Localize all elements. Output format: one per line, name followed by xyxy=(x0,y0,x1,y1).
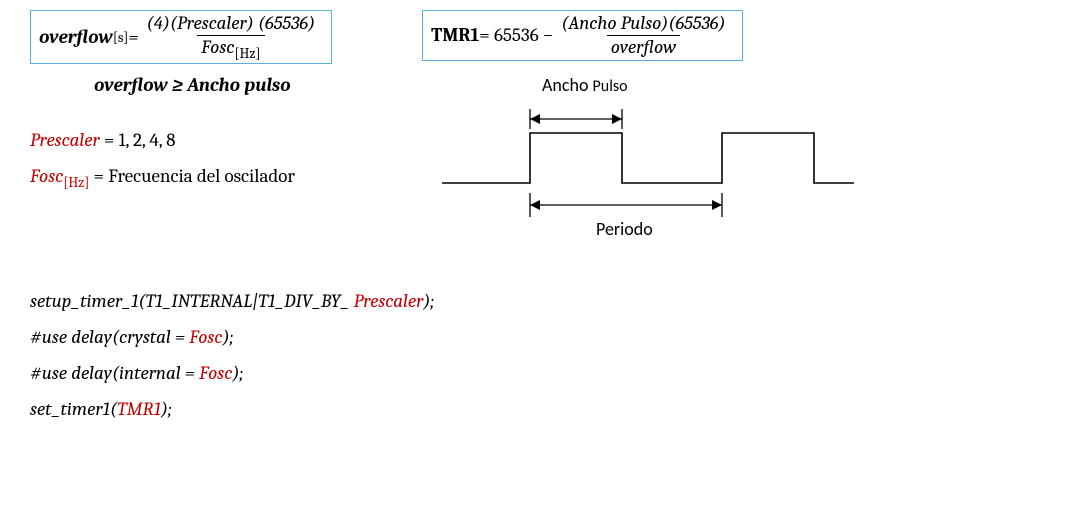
overflow-denominator: Fosc[Hz] xyxy=(197,35,264,61)
overflow-lhs: overflow xyxy=(39,26,113,48)
prescaler-definition: Prescaler = 1, 2, 4, 8 xyxy=(30,122,332,158)
code-line-set-timer1: set_timer1(TMR1); xyxy=(30,391,1046,427)
ancho-label: Ancho Pulso xyxy=(542,74,628,96)
prescaler-values: = 1, 2, 4, 8 xyxy=(100,129,176,151)
tmr1-numerator: (Ancho Pulso)(65536) xyxy=(557,13,729,35)
prescaler-name: Prescaler xyxy=(30,129,100,151)
code-line-delay-internal: #use delay(internal = Fosc); xyxy=(30,355,1046,391)
code3-pre: #use delay(internal = xyxy=(30,362,199,384)
definitions: Prescaler = 1, 2, 4, 8 Fosc[Hz] = Frecue… xyxy=(30,122,332,196)
overflow-denom-sub: [Hz] xyxy=(235,45,261,62)
tmr1-equals: = 65536 − xyxy=(479,24,553,46)
waveform-path xyxy=(442,133,854,183)
right-column: TMR1 = 65536 − (Ancho Pulso)(65536) over… xyxy=(422,10,862,253)
tmr1-formula: TMR1 = 65536 − (Ancho Pulso)(65536) over… xyxy=(431,13,733,58)
overflow-constraint: overflow ≥ Ancho pulso xyxy=(94,74,332,96)
fosc-sub: [Hz] xyxy=(63,174,89,191)
fosc-name-text: Fosc xyxy=(30,165,63,187)
overflow-fraction: (4)(Prescaler) (65536) Fosc[Hz] xyxy=(143,13,320,61)
pulse-diagram: Ancho Pulso Periodo xyxy=(422,73,862,253)
code2-pre: #use delay(crystal = xyxy=(30,326,189,348)
tmr1-lhs: TMR1 xyxy=(431,24,479,46)
code2-post: ); xyxy=(223,326,234,348)
overflow-numerator: (4)(Prescaler) (65536) xyxy=(143,13,320,35)
fosc-definition: Fosc[Hz] = Frecuencia del oscilador xyxy=(30,158,332,196)
code4-var: TMR1 xyxy=(117,398,161,420)
overflow-formula-box: overflow [s] = (4)(Prescaler) (65536) Fo… xyxy=(30,10,332,64)
fosc-description: = Frecuencia del oscilador xyxy=(89,165,295,187)
code1-var: Prescaler xyxy=(349,290,423,312)
pulse-waveform-svg: Ancho Pulso Periodo xyxy=(422,73,862,253)
tmr1-fraction: (Ancho Pulso)(65536) overflow xyxy=(557,13,729,58)
fosc-name: Fosc[Hz] xyxy=(30,165,89,187)
overflow-equals: = xyxy=(128,26,138,48)
overflow-denom-name: Fosc xyxy=(201,36,234,58)
tmr1-denominator: overflow xyxy=(607,35,680,58)
code3-post: ); xyxy=(232,362,243,384)
code-line-delay-crystal: #use delay(crystal = Fosc); xyxy=(30,319,1046,355)
periodo-label: Periodo xyxy=(596,218,653,240)
code-block: setup_timer_1(T1_INTERNAL|T1_DIV_BY_ Pre… xyxy=(30,283,1046,427)
code1-pre: setup_timer_1(T1_INTERNAL|T1_DIV_BY_ xyxy=(30,290,349,312)
code4-pre: set_timer1( xyxy=(30,398,117,420)
code4-post: ); xyxy=(161,398,172,420)
tmr1-formula-box: TMR1 = 65536 − (Ancho Pulso)(65536) over… xyxy=(422,10,742,61)
overflow-lhs-sub: [s] xyxy=(113,29,129,46)
code1-post: ); xyxy=(423,290,434,312)
code2-var: Fosc xyxy=(189,326,222,348)
code-line-setup-timer: setup_timer_1(T1_INTERNAL|T1_DIV_BY_ Pre… xyxy=(30,283,1046,319)
left-column: overflow [s] = (4)(Prescaler) (65536) Fo… xyxy=(30,10,332,196)
overflow-formula: overflow [s] = (4)(Prescaler) (65536) Fo… xyxy=(39,13,323,61)
code3-var: Fosc xyxy=(199,362,232,384)
